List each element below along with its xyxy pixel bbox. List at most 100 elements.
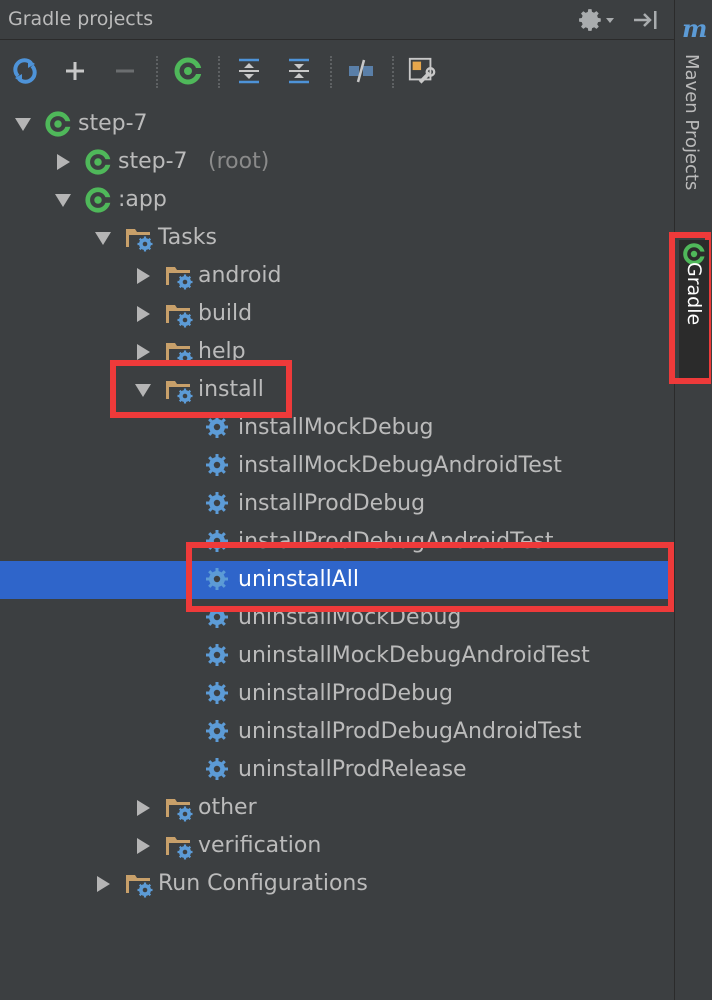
collapsed-arrow-icon[interactable] xyxy=(132,295,154,333)
gradle-tab[interactable]: Gradle xyxy=(683,262,705,325)
task-gear-icon xyxy=(204,490,232,518)
tree-node-label: uninstallAll xyxy=(238,567,360,592)
expanded-arrow-icon[interactable] xyxy=(52,181,74,219)
task-row[interactable]: installMockDebug xyxy=(0,409,674,447)
task-gear-icon xyxy=(204,414,232,442)
toolbar-separator xyxy=(392,56,394,88)
expanded-arrow-icon[interactable] xyxy=(132,371,154,409)
tree-node-label: uninstallProdRelease xyxy=(238,757,467,782)
add-project-button[interactable] xyxy=(60,56,90,86)
collapsed-arrow-icon[interactable] xyxy=(132,789,154,827)
refresh-all-button[interactable] xyxy=(10,56,40,86)
task-row[interactable]: uninstallProdRelease xyxy=(0,751,674,789)
task-folder-icon xyxy=(124,224,153,252)
task-folder-icon xyxy=(164,832,193,860)
gradle-projects-panel: Gradle projects step-7 step-7 (root):ap… xyxy=(0,0,674,1000)
hide-panel-icon xyxy=(634,11,657,29)
task-row[interactable]: uninstallProdDebugAndroidTest xyxy=(0,713,674,751)
execute-task-button[interactable] xyxy=(173,56,203,86)
task-row[interactable]: uninstallProdDebug xyxy=(0,675,674,713)
root-suffix-label: (root) xyxy=(208,149,270,174)
collapse-all-button[interactable] xyxy=(284,56,314,86)
tree-node-row[interactable]: install xyxy=(0,371,674,409)
tree-node-row[interactable]: step-7 xyxy=(0,105,674,143)
task-gear-icon xyxy=(204,756,232,784)
task-row[interactable]: installProdDebug xyxy=(0,485,674,523)
task-folder-icon xyxy=(164,794,193,822)
tree-node-row[interactable]: Tasks xyxy=(0,219,674,257)
tree-node-row[interactable]: android xyxy=(0,257,674,295)
tree-node-row[interactable]: Run Configurations xyxy=(0,865,674,903)
task-folder-icon xyxy=(164,338,193,366)
tree-node-row[interactable]: verification xyxy=(0,827,674,865)
settings-wrench-icon xyxy=(408,57,436,84)
chevron-down-icon xyxy=(606,18,614,23)
task-gear-icon xyxy=(204,718,232,746)
tree-node-label: uninstallProdDebug xyxy=(238,681,453,706)
tree-node-label: build xyxy=(198,301,253,326)
expand-all-button[interactable] xyxy=(234,56,264,86)
gradle-toolbar xyxy=(0,44,674,100)
expanded-arrow-icon[interactable] xyxy=(12,105,34,143)
task-row[interactable]: installMockDebugAndroidTest xyxy=(0,447,674,485)
tree-node-row[interactable]: :app xyxy=(0,181,674,219)
tree-node-label: installMockDebugAndroidTest xyxy=(238,453,562,478)
task-row[interactable]: uninstallMockDebugAndroidTest xyxy=(0,637,674,675)
collapsed-arrow-icon[interactable] xyxy=(132,827,154,865)
tree-node-label: installMockDebug xyxy=(238,415,434,440)
tree-node-label: uninstallProdDebugAndroidTest xyxy=(238,719,582,744)
collapsed-arrow-icon[interactable] xyxy=(92,865,114,903)
task-row[interactable]: installProdDebugAndroidTest xyxy=(0,523,674,561)
task-row[interactable]: uninstallAll xyxy=(0,561,674,599)
refresh-icon xyxy=(13,58,37,84)
task-gear-icon xyxy=(204,566,232,594)
toolbar-separator xyxy=(156,56,158,88)
gradle-icon xyxy=(44,110,72,138)
task-row[interactable]: uninstallMockDebug xyxy=(0,599,674,637)
toggle-offline-mode-button[interactable] xyxy=(346,56,376,86)
task-folder-icon xyxy=(124,870,153,898)
tree-node-label: installProdDebugAndroidTest xyxy=(238,529,554,554)
tree-node-label: uninstallMockDebug xyxy=(238,605,462,630)
add-icon xyxy=(66,62,84,80)
gradle-tab-button[interactable]: Gradle xyxy=(679,240,709,378)
tool-window-strip: m Maven Projects Gradle xyxy=(669,0,712,1000)
gear-icon xyxy=(579,9,601,31)
gradle-icon xyxy=(84,186,112,214)
gradle-settings-button[interactable] xyxy=(407,56,437,86)
gradle-icon xyxy=(84,148,112,176)
tree-node-label: step-7 xyxy=(78,111,148,136)
collapsed-arrow-icon[interactable] xyxy=(52,143,74,181)
toolbar-separator xyxy=(218,56,220,88)
task-gear-icon xyxy=(204,528,232,556)
gradle-projects-tree: step-7 step-7 (root) :app Tasks android build h… xyxy=(0,105,674,1000)
tree-node-row[interactable]: build xyxy=(0,295,674,333)
expand-all-icon xyxy=(239,58,259,84)
collapsed-arrow-icon[interactable] xyxy=(132,257,154,295)
tree-node-label: installProdDebug xyxy=(238,491,426,516)
expanded-arrow-icon[interactable] xyxy=(92,219,114,257)
collapsed-arrow-icon[interactable] xyxy=(132,333,154,371)
remove-project-button[interactable] xyxy=(110,56,140,86)
tree-node-label: verification xyxy=(198,833,322,858)
tree-node-label: :app xyxy=(118,187,167,212)
maven-logo: m xyxy=(682,14,708,43)
tree-node-row[interactable]: other xyxy=(0,789,674,827)
tree-node-label: uninstallMockDebugAndroidTest xyxy=(238,643,590,668)
tree-node-row[interactable]: step-7 (root) xyxy=(0,143,674,181)
maven-projects-tab[interactable]: Maven Projects xyxy=(681,54,702,190)
task-gear-icon xyxy=(204,452,232,480)
panel-options-button[interactable] xyxy=(578,6,616,34)
task-folder-icon xyxy=(164,262,193,290)
toggle-offline-icon xyxy=(349,59,373,83)
tree-node-row[interactable]: help xyxy=(0,333,674,371)
tree-node-label: Run Configurations xyxy=(158,871,368,896)
gradle-task-icon xyxy=(174,57,202,85)
panel-title: Gradle projects xyxy=(8,8,154,30)
tree-node-label: other xyxy=(198,795,257,820)
remove-icon xyxy=(116,69,134,73)
hide-panel-button[interactable] xyxy=(630,6,660,34)
tree-node-label: Tasks xyxy=(158,225,217,250)
panel-title-bar: Gradle projects xyxy=(0,0,674,40)
task-folder-icon xyxy=(164,376,193,404)
